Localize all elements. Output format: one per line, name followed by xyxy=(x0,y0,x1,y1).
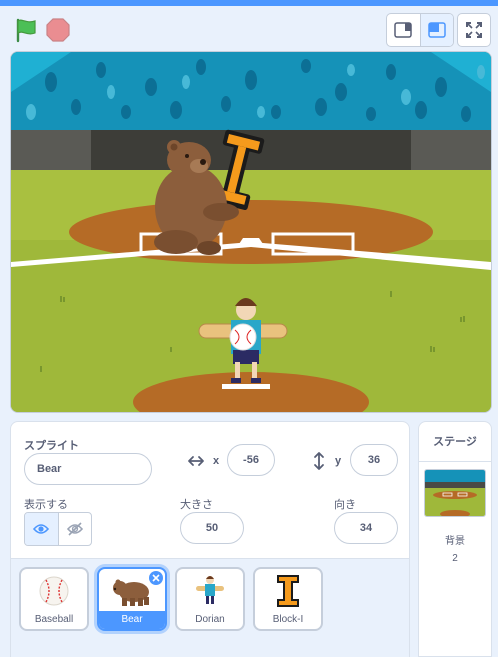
stop-button[interactable] xyxy=(44,16,72,44)
bear-thumbnail xyxy=(113,579,149,606)
baseball-stadium-scene xyxy=(11,52,491,412)
stage-controls xyxy=(0,6,498,50)
eye-slash-icon xyxy=(66,522,83,536)
sprite-tile-name: Baseball xyxy=(34,614,74,625)
y-label: y xyxy=(335,455,342,467)
size-label: 大きさ xyxy=(180,499,213,511)
stage-title: ステージ xyxy=(419,422,491,462)
sprite-tile-name: Block-I xyxy=(272,614,304,625)
small-stage-layout-icon xyxy=(394,22,413,38)
visibility-toggle xyxy=(24,512,92,546)
sprite-name-input[interactable]: Bear xyxy=(24,453,152,485)
eye-icon xyxy=(33,524,50,534)
sprite-tile-baseball[interactable]: Baseball xyxy=(19,567,89,631)
stage-canvas[interactable] xyxy=(10,51,492,413)
sprite-tile-bear[interactable]: Bear xyxy=(97,567,167,631)
dorian-thumbnail xyxy=(196,576,224,604)
sprite-tile-dorian[interactable]: Dorian xyxy=(175,567,245,631)
green-flag-icon xyxy=(16,18,36,43)
sprite-list: Baseball Bear Dorian Block-I xyxy=(10,559,410,657)
fullscreen-icon xyxy=(466,22,482,38)
baseball-thumbnail xyxy=(39,576,69,606)
direction-label: 向き xyxy=(334,499,356,511)
block-i-thumbnail xyxy=(277,575,299,607)
stage-size-toggle xyxy=(386,13,454,47)
stop-icon xyxy=(46,18,70,42)
normal-stage-button[interactable] xyxy=(419,14,453,46)
small-stage-button[interactable] xyxy=(387,14,420,46)
green-flag-button[interactable] xyxy=(12,16,40,44)
show-label: 表示する xyxy=(24,499,68,511)
stage-backdrop-thumbnail xyxy=(425,470,485,516)
sprite-label: スプライト xyxy=(24,440,79,452)
fullscreen-button[interactable] xyxy=(457,13,491,47)
sprite-info-panel: スプライト Bear x -56 y 36 表示する 大きさ 50 向き 34 xyxy=(10,421,410,559)
sprite-tile-name: Dorian xyxy=(195,614,225,625)
backdrops-count: 2 xyxy=(452,553,458,564)
horizontal-arrows-icon xyxy=(188,456,204,466)
y-position-input[interactable]: 36 xyxy=(350,444,398,476)
hide-sprite-button[interactable] xyxy=(57,513,91,545)
normal-stage-layout-icon xyxy=(428,22,446,38)
sprite-tile-block-i[interactable]: Block-I xyxy=(253,567,323,631)
sprite-tile-name: Bear xyxy=(99,611,165,629)
direction-input[interactable]: 34 xyxy=(334,512,398,544)
size-input[interactable]: 50 xyxy=(180,512,244,544)
stage-selector-panel[interactable]: ステージ 背景 2 xyxy=(418,421,492,657)
x-label: x xyxy=(213,455,220,467)
show-sprite-button[interactable] xyxy=(25,513,58,545)
vertical-arrows-icon xyxy=(314,452,324,470)
x-position-input[interactable]: -56 xyxy=(227,444,275,476)
stage-thumbnail[interactable] xyxy=(424,469,486,517)
backdrops-label: 背景 xyxy=(445,536,465,547)
